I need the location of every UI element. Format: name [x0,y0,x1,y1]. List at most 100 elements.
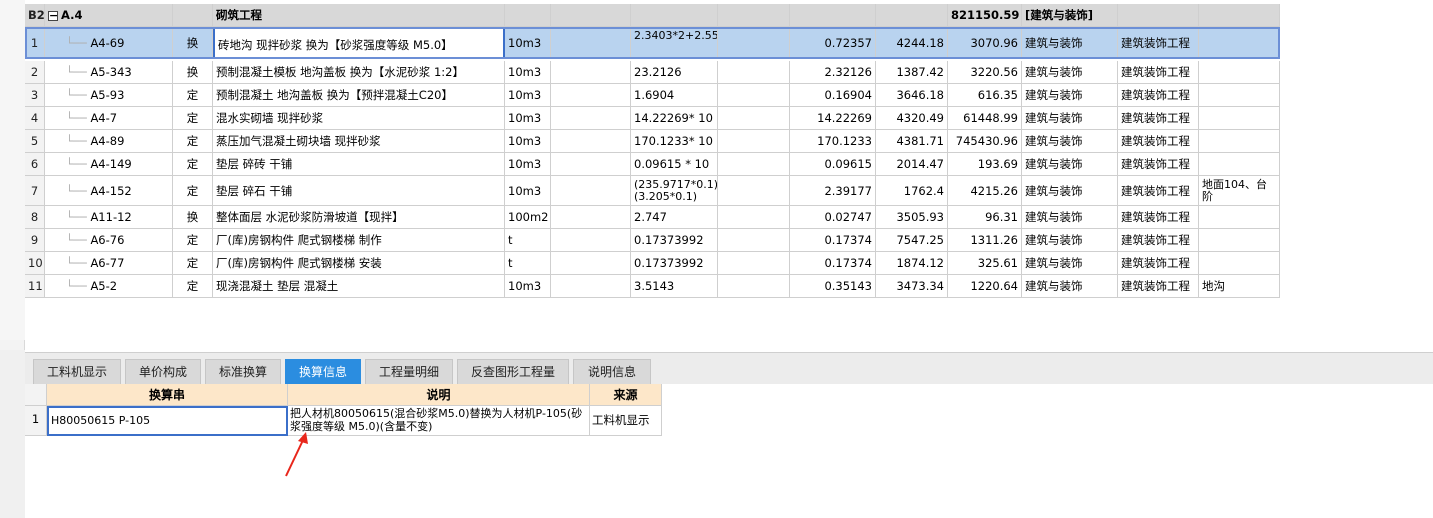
type-cell[interactable]: 定 [173,107,213,130]
amount-cell[interactable]: 3220.56 [948,61,1022,84]
price-cell[interactable]: 1762.4 [876,176,948,206]
remark-cell[interactable]: 地沟 [1199,275,1280,298]
tab-labor-material[interactable]: 工料机显示 [33,359,121,385]
unit-cell[interactable]: 10m3 [505,84,551,107]
code-cell[interactable]: └── A5-2 [45,275,173,298]
remark-cell[interactable] [1199,107,1280,130]
remark-cell[interactable] [1199,84,1280,107]
profession-cell[interactable]: 建筑与装饰 [1022,252,1118,275]
price-cell[interactable]: 4244.18 [876,27,948,59]
remark-cell[interactable]: 地面104、台阶 [1199,176,1280,206]
price-cell[interactable]: 3473.34 [876,275,948,298]
remark-cell[interactable] [1199,61,1280,84]
blank-cell[interactable] [718,176,790,206]
name-cell[interactable]: 预制混凝土 地沟盖板 换为【预拌混凝土C20】 [213,84,505,107]
code-cell[interactable]: └── A4-152 [45,176,173,206]
amount-cell[interactable]: 1311.26 [948,229,1022,252]
name-cell[interactable]: 厂(库)房钢构件 爬式钢楼梯 安装 [213,252,505,275]
table-row[interactable]: 2 └── A5-343 换预制混凝土模板 地沟盖板 换为【水泥砂浆 1:2】 10m… [25,61,1280,84]
price-cell[interactable]: 4381.71 [876,130,948,153]
name-cell[interactable]: 混水实砌墙 现拌砂浆 [213,107,505,130]
expression-cell[interactable]: 2.747 [631,206,718,229]
unit-cell[interactable]: 10m3 [505,130,551,153]
type-cell[interactable]: 换 [173,206,213,229]
price-cell[interactable]: 1874.12 [876,252,948,275]
blank-cell[interactable] [718,229,790,252]
type-cell[interactable]: 换 [173,61,213,84]
name-cell[interactable]: 垫层 碎砖 干铺 [213,153,505,176]
name-cell[interactable]: 预制混凝土模板 地沟盖板 换为【水泥砂浆 1:2】 [213,61,505,84]
blank-cell[interactable] [718,275,790,298]
expression-cell[interactable]: 23.2126 [631,61,718,84]
table-row[interactable]: 7 └── A4-152 定垫层 碎石 干铺 10m3 (235.9717*0.1)+(… [25,176,1280,206]
expression-cell[interactable]: (235.9717*0.1)+(3.205*0.1) [631,176,718,206]
blank-cell[interactable] [551,61,631,84]
quantity-cell[interactable]: 0.09615 [790,153,876,176]
price-cell[interactable]: 7547.25 [876,229,948,252]
conversion-string-cell[interactable]: H80050615 P-105 [47,406,288,436]
expression-cell[interactable]: 3.5143 [631,275,718,298]
blank-cell[interactable] [551,275,631,298]
project-cell[interactable]: 建筑装饰工程 [1118,229,1199,252]
project-cell[interactable]: 建筑装饰工程 [1118,107,1199,130]
profession-cell[interactable]: 建筑与装饰 [1022,130,1118,153]
tab-reverse-lookup[interactable]: 反查图形工程量 [457,359,569,385]
code-cell[interactable]: └── A4-149 [45,153,173,176]
blank-cell[interactable] [551,176,631,206]
name-cell[interactable]: 现浇混凝土 垫层 混凝土 [213,275,505,298]
unit-cell[interactable]: 10m3 [505,275,551,298]
project-cell[interactable]: 建筑装饰工程 [1118,275,1199,298]
profession-cell[interactable]: 建筑与装饰 [1022,275,1118,298]
tab-conversion-info[interactable]: 换算信息 [285,359,361,385]
amount-cell[interactable]: 325.61 [948,252,1022,275]
blank-cell[interactable] [718,61,790,84]
description-cell[interactable]: 把人材机80050615(混合砂浆M5.0)替换为人材机P-105(砂浆强度等级… [288,406,590,436]
group-row[interactable]: B2 − A.4 砌筑工程 821150.59 [建筑与装饰] [25,4,1280,27]
name-cell[interactable]: 砖地沟 现拌砂浆 换为【砂浆强度等级 M5.0】 [213,27,505,59]
expression-cell[interactable]: 0.17373992 [631,252,718,275]
blank-cell[interactable] [551,27,631,59]
amount-cell[interactable]: 1220.64 [948,275,1022,298]
unit-cell[interactable]: t [505,252,551,275]
name-cell[interactable]: 垫层 碎石 干铺 [213,176,505,206]
blank-cell[interactable] [551,229,631,252]
profession-cell[interactable]: 建筑与装饰 [1022,61,1118,84]
blank-cell[interactable] [551,252,631,275]
amount-cell[interactable]: 61448.99 [948,107,1022,130]
blank-cell[interactable] [718,27,790,59]
table-row[interactable]: 4 └── A4-7 定混水实砌墙 现拌砂浆 10m3 14.22269* 10 14.2… [25,107,1280,130]
blank-cell[interactable] [718,107,790,130]
project-cell[interactable]: 建筑装饰工程 [1118,61,1199,84]
unit-cell[interactable]: 10m3 [505,153,551,176]
type-cell[interactable]: 定 [173,153,213,176]
table-row[interactable]: 9 └── A6-76 定厂(库)房钢构件 爬式钢楼梯 制作 t 0.17373992 0… [25,229,1280,252]
expression-cell[interactable]: 0.09615 * 10 [631,153,718,176]
quantity-cell[interactable]: 2.32126 [790,61,876,84]
code-cell[interactable]: └── A4-7 [45,107,173,130]
quantity-cell[interactable]: 0.02747 [790,206,876,229]
code-cell[interactable]: └── A6-76 [45,229,173,252]
unit-cell[interactable]: 10m3 [505,61,551,84]
table-row[interactable]: 3 └── A5-93 定预制混凝土 地沟盖板 换为【预拌混凝土C20】 10m3 1.… [25,84,1280,107]
tab-standard-conversion[interactable]: 标准换算 [205,359,281,385]
project-cell[interactable]: 建筑装饰工程 [1118,176,1199,206]
table-row[interactable]: 6 └── A4-149 定垫层 碎砖 干铺 10m3 0.09615 * 10 0.09… [25,153,1280,176]
type-cell[interactable]: 定 [173,84,213,107]
source-cell[interactable]: 工料机显示 [590,406,662,436]
profession-cell[interactable]: 建筑与装饰 [1022,107,1118,130]
type-cell[interactable]: 定 [173,252,213,275]
code-cell[interactable]: └── A6-77 [45,252,173,275]
expression-cell[interactable]: 0.17373992 [631,229,718,252]
table-row[interactable]: 5 └── A4-89 定蒸压加气混凝土砌块墙 现拌砂浆 10m3 170.1233* … [25,130,1280,153]
code-cell[interactable]: └── A11-12 [45,206,173,229]
tab-quantity-detail[interactable]: 工程量明细 [365,359,453,385]
profession-cell[interactable]: 建筑与装饰 [1022,229,1118,252]
code-cell[interactable]: └── A4-69 [45,27,173,59]
blank-cell[interactable] [718,206,790,229]
quantity-cell[interactable]: 0.17374 [790,229,876,252]
type-cell[interactable]: 定 [173,176,213,206]
amount-cell[interactable]: 193.69 [948,153,1022,176]
unit-cell[interactable]: 10m3 [505,107,551,130]
remark-cell[interactable] [1199,229,1280,252]
type-cell[interactable]: 定 [173,275,213,298]
